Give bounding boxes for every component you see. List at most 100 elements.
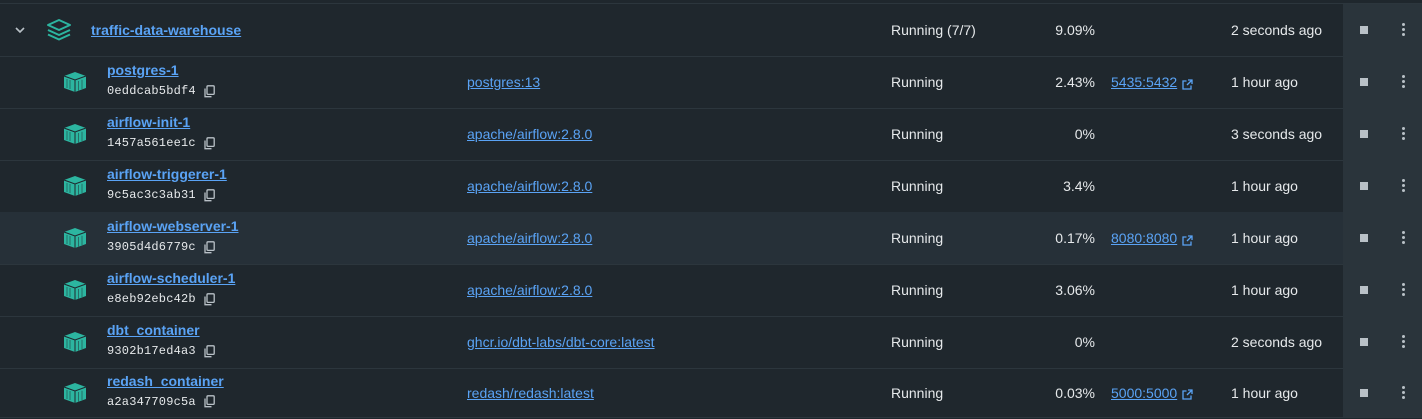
container-cpu: 0% [1074, 334, 1095, 350]
container-status: Running [891, 384, 944, 401]
container-actions [1343, 368, 1422, 417]
container-name-link[interactable]: airflow-init-1 [107, 114, 190, 130]
external-link-icon[interactable] [1182, 233, 1193, 246]
more-vertical-icon[interactable] [1401, 127, 1405, 141]
container-id: 9302b17ed4a3 [107, 344, 196, 358]
container-box-icon [60, 264, 90, 316]
container-status: Running [891, 282, 944, 298]
container-id: a2a347709c5a [107, 394, 196, 409]
container-last-started: 1 hour ago [1231, 178, 1298, 194]
port-cell: 5435:5432 [1111, 56, 1193, 108]
external-link-icon[interactable] [1182, 77, 1193, 90]
group-name-link[interactable]: traffic-data-warehouse [91, 22, 241, 38]
stop-icon[interactable] [1360, 130, 1368, 138]
container-box-icon [60, 160, 90, 212]
image-link[interactable]: postgres:13 [467, 74, 540, 90]
image-link[interactable]: apache/airflow:2.8.0 [467, 230, 592, 246]
stop-icon[interactable] [1360, 234, 1368, 242]
container-id: 9c5ac3c3ab31 [107, 188, 196, 202]
container-row[interactable]: airflow-webserver-1 3905d4d6779c apache/… [0, 212, 1422, 265]
image-link[interactable]: apache/airflow:2.8.0 [467, 126, 592, 142]
stop-icon[interactable] [1360, 78, 1368, 86]
image-link[interactable]: apache/airflow:2.8.0 [467, 282, 592, 298]
container-name-link[interactable]: redash_container [107, 373, 224, 389]
container-status: Running [891, 334, 944, 350]
more-vertical-icon[interactable] [1401, 385, 1405, 400]
container-cpu: 0.17% [1055, 230, 1095, 246]
port-cell: 8080:8080 [1111, 212, 1193, 264]
container-last-started: 1 hour ago [1231, 384, 1298, 401]
container-row[interactable]: airflow-scheduler-1 e8eb92ebc42b apache/… [0, 264, 1422, 317]
more-vertical-icon[interactable] [1401, 283, 1405, 297]
image-link[interactable]: ghcr.io/dbt-labs/dbt-core:latest [467, 334, 655, 350]
container-status: Running [891, 126, 944, 142]
group-cpu: 9.09% [1055, 22, 1095, 38]
container-box-icon [60, 56, 90, 108]
container-box-icon [60, 108, 90, 160]
group-actions [1343, 4, 1422, 56]
container-last-started: 1 hour ago [1231, 74, 1298, 90]
container-name-link[interactable]: airflow-scheduler-1 [107, 270, 235, 286]
container-name-link[interactable]: dbt_container [107, 322, 200, 338]
port-cell: 5000:5000 [1111, 368, 1193, 417]
container-box-icon [60, 212, 90, 264]
container-name-link[interactable]: postgres-1 [107, 62, 179, 78]
more-vertical-icon[interactable] [1401, 179, 1405, 193]
container-cpu: 0% [1074, 126, 1095, 142]
image-link[interactable]: redash/redash:latest [467, 385, 594, 401]
container-row[interactable]: postgres-1 0eddcab5bdf4 postgres:13 Runn… [0, 56, 1422, 109]
container-row[interactable]: redash_container a2a347709c5a redash/red… [0, 368, 1422, 418]
container-row[interactable]: dbt_container 9302b17ed4a3 ghcr.io/dbt-l… [0, 316, 1422, 369]
copy-icon[interactable] [204, 292, 215, 306]
more-vertical-icon[interactable] [1401, 335, 1405, 349]
container-last-started: 1 hour ago [1231, 230, 1298, 246]
external-link-icon[interactable] [1182, 387, 1193, 400]
port-link[interactable]: 8080:8080 [1111, 230, 1177, 246]
port-link[interactable]: 5000:5000 [1111, 385, 1177, 401]
container-status: Running [891, 74, 944, 90]
stop-icon[interactable] [1360, 338, 1368, 346]
container-actions [1343, 56, 1422, 108]
container-actions [1343, 316, 1422, 368]
copy-icon[interactable] [204, 240, 215, 254]
container-box-icon [60, 316, 90, 368]
copy-icon[interactable] [204, 84, 215, 98]
image-link[interactable]: apache/airflow:2.8.0 [467, 178, 592, 194]
container-cpu: 3.4% [1063, 178, 1095, 194]
container-actions [1343, 212, 1422, 264]
container-actions [1343, 108, 1422, 160]
container-id: 3905d4d6779c [107, 240, 196, 254]
container-row[interactable]: airflow-init-1 1457a561ee1c apache/airfl… [0, 108, 1422, 161]
more-vertical-icon[interactable] [1401, 75, 1405, 89]
container-cpu: 3.06% [1055, 282, 1095, 298]
container-id: 1457a561ee1c [107, 136, 196, 150]
container-last-started: 2 seconds ago [1231, 334, 1323, 350]
container-name-link[interactable]: airflow-webserver-1 [107, 218, 239, 234]
stop-icon[interactable] [1360, 388, 1368, 397]
container-id: 0eddcab5bdf4 [107, 84, 196, 98]
stop-icon[interactable] [1360, 286, 1368, 294]
container-actions [1343, 160, 1422, 212]
chevron-down-icon[interactable] [8, 4, 32, 56]
copy-icon[interactable] [204, 344, 215, 358]
more-vertical-icon[interactable] [1401, 231, 1405, 245]
copy-icon[interactable] [204, 395, 215, 408]
copy-icon[interactable] [204, 136, 215, 150]
group-row[interactable]: traffic-data-warehouse Running (7/7) 9.0… [0, 3, 1422, 57]
copy-icon[interactable] [204, 188, 215, 202]
container-box-icon [60, 368, 90, 417]
container-last-started: 3 seconds ago [1231, 126, 1323, 142]
group-last-started: 2 seconds ago [1231, 22, 1323, 38]
port-link[interactable]: 5435:5432 [1111, 74, 1177, 90]
containers-table: traffic-data-warehouse Running (7/7) 9.0… [0, 0, 1422, 419]
stop-icon[interactable] [1360, 182, 1368, 190]
more-vertical-icon[interactable] [1401, 23, 1405, 37]
container-cpu: 2.43% [1055, 74, 1095, 90]
container-status: Running [891, 178, 944, 194]
container-name-link[interactable]: airflow-triggerer-1 [107, 166, 227, 182]
stop-icon[interactable] [1360, 26, 1368, 34]
container-row[interactable]: airflow-triggerer-1 9c5ac3c3ab31 apache/… [0, 160, 1422, 213]
container-last-started: 1 hour ago [1231, 282, 1298, 298]
container-actions [1343, 264, 1422, 316]
container-cpu: 0.03% [1055, 384, 1095, 401]
